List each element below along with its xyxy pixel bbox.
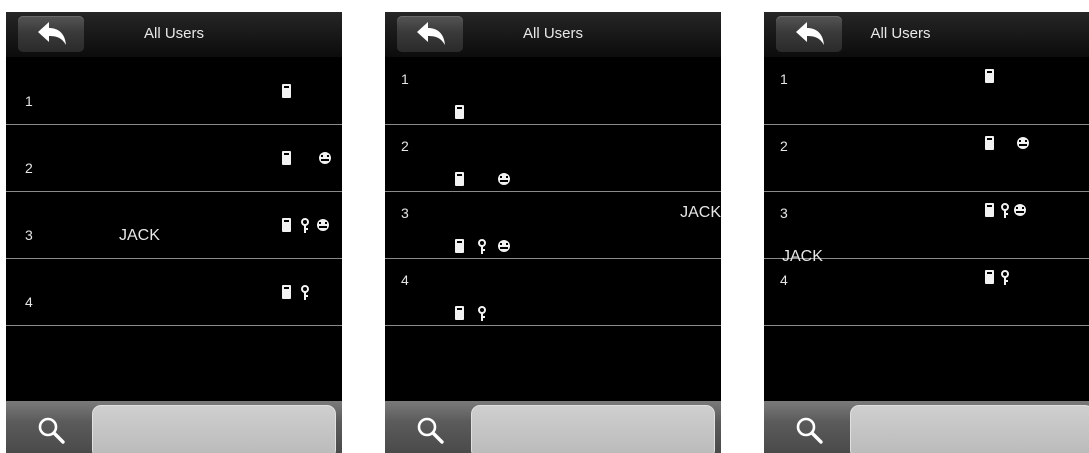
- list-item[interactable]: 3 JACK: [385, 192, 721, 259]
- user-id: 3: [780, 205, 788, 221]
- page-title: All Users: [870, 25, 931, 42]
- user-id: 2: [401, 138, 409, 154]
- title-bar: All Users: [385, 12, 721, 57]
- card-icon: [455, 239, 464, 253]
- card-icon: [282, 218, 291, 232]
- title-bar: All Users: [764, 12, 1089, 57]
- list-item[interactable]: 1: [764, 58, 1089, 125]
- user-id: 4: [401, 272, 409, 288]
- user-id: 3: [25, 227, 33, 243]
- search-input[interactable]: [92, 405, 336, 453]
- card-icon: [985, 270, 994, 284]
- list-item[interactable]: 4: [6, 259, 342, 326]
- card-icon: [282, 84, 291, 98]
- search-button[interactable]: [794, 415, 826, 445]
- device-screen-1: All Users 1 2 3 JACK 4: [6, 12, 342, 453]
- card-icon: [282, 151, 291, 165]
- face-icon: [1016, 136, 1030, 155]
- list-item[interactable]: 2: [764, 125, 1089, 192]
- list-item[interactable]: 3 JACK: [6, 192, 342, 259]
- title-bar: All Users: [6, 12, 342, 57]
- key-icon: [300, 285, 310, 305]
- card-icon: [455, 306, 464, 320]
- key-icon: [300, 218, 310, 238]
- page-title: All Users: [522, 25, 583, 42]
- search-bar: [764, 401, 1089, 453]
- user-id: 4: [25, 294, 33, 310]
- user-id: 1: [780, 71, 788, 87]
- key-icon: [1000, 270, 1010, 290]
- card-icon: [985, 203, 994, 217]
- search-input[interactable]: [850, 405, 1089, 453]
- user-id: 2: [780, 138, 788, 154]
- user-id: 1: [401, 71, 409, 87]
- list-item[interactable]: 1: [6, 58, 342, 125]
- card-icon: [282, 285, 291, 299]
- card-icon: [985, 136, 994, 150]
- card-icon: [455, 172, 464, 186]
- search-bar: [385, 401, 721, 453]
- magnifier-icon: [38, 417, 65, 444]
- list-item[interactable]: 4: [385, 259, 721, 326]
- key-icon: [1000, 203, 1010, 223]
- list-item[interactable]: 2: [385, 125, 721, 192]
- user-id: 4: [780, 272, 788, 288]
- device-screen-2: All Users 1 2 3 JACK 4: [385, 12, 721, 453]
- face-icon: [497, 172, 511, 191]
- search-input[interactable]: [471, 405, 715, 453]
- list-item[interactable]: 2: [6, 125, 342, 192]
- list-item[interactable]: 1: [385, 58, 721, 125]
- user-name: JACK: [680, 204, 721, 221]
- list-item[interactable]: 4: [764, 259, 1089, 326]
- face-icon: [316, 218, 330, 237]
- search-bar: [6, 401, 342, 453]
- face-icon: [497, 239, 511, 258]
- key-icon: [477, 239, 487, 259]
- list-item[interactable]: 3 JACK: [764, 192, 1089, 265]
- page-title: All Users: [143, 25, 204, 42]
- user-id: 3: [401, 205, 409, 221]
- key-icon: [477, 306, 487, 326]
- magnifier-icon: [417, 417, 444, 444]
- user-name: JACK: [119, 227, 160, 244]
- magnifier-icon: [796, 417, 823, 444]
- card-icon: [455, 105, 464, 119]
- card-icon: [985, 69, 994, 83]
- face-icon: [318, 151, 332, 170]
- search-button[interactable]: [36, 415, 68, 445]
- face-icon: [1013, 203, 1027, 222]
- search-button[interactable]: [415, 415, 447, 445]
- device-screen-3: All Users 1 2 3 JACK 4: [764, 12, 1089, 453]
- user-id: 2: [25, 160, 33, 176]
- user-id: 1: [25, 93, 33, 109]
